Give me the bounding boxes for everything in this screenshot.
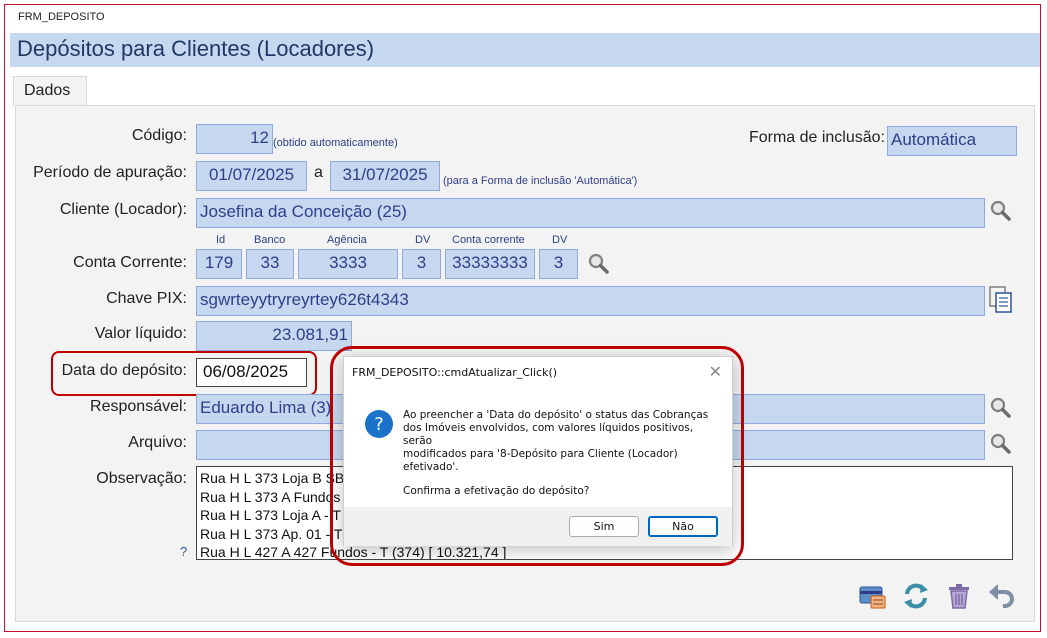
pix-field[interactable]: sgwrteyytryreyrtey626t4343 xyxy=(196,286,985,316)
conta-header-conta: Conta corrente xyxy=(452,234,525,246)
arquivo-label: Arquivo: xyxy=(128,434,187,451)
conta-header-dv: DV xyxy=(415,234,431,246)
dialog-footer: Sim Não xyxy=(344,507,732,546)
cliente-field[interactable]: Josefina da Conceição (25) xyxy=(196,198,985,228)
svg-text:?: ? xyxy=(374,414,384,435)
question-icon: ? xyxy=(365,410,393,438)
periodo-fim-field[interactable]: 31/07/2025 xyxy=(330,161,440,191)
periodo-label: Período de apuração: xyxy=(33,164,187,181)
refresh-icon[interactable] xyxy=(901,581,931,611)
periodo-inicio-field[interactable]: 01/07/2025 xyxy=(196,161,307,191)
tab-dados[interactable]: Dados xyxy=(13,76,87,106)
cliente-label: Cliente (Locador): xyxy=(59,201,187,218)
data-deposito-label: Data do depósito: xyxy=(61,362,187,379)
conta-header-id: Id xyxy=(216,234,226,246)
dialog-message: Ao preencher a 'Data do depósito' o stat… xyxy=(403,409,721,498)
conta-agencia-field[interactable]: 3333 xyxy=(298,249,398,279)
arquivo-search-icon[interactable] xyxy=(989,432,1011,454)
conta-id-field[interactable]: 179 xyxy=(196,249,242,279)
valor-label: Valor líquido: xyxy=(94,325,187,342)
observacao-label: Observação: xyxy=(96,470,187,487)
dialog-message-line: modificados para '8-Depósito para Client… xyxy=(403,448,678,460)
codigo-label: Código: xyxy=(131,127,187,144)
dialog-message-line: efetivado'. xyxy=(403,461,459,473)
conta-numero-field[interactable]: 33333333 xyxy=(445,249,535,279)
yes-button[interactable]: Sim xyxy=(569,516,639,537)
window-name: FRM_DEPOSITO xyxy=(18,11,105,23)
copy-icon[interactable] xyxy=(988,285,1014,315)
conta-header-dv2: DV xyxy=(552,234,568,246)
dialog-question: Confirma a efetivação do depósito? xyxy=(403,485,590,497)
conta-banco-field[interactable]: 33 xyxy=(246,249,294,279)
confirm-dialog: FRM_DEPOSITO::cmdAtualizar_Click() ✕ ? A… xyxy=(343,356,733,546)
conta-header-agencia: Agência xyxy=(327,234,367,246)
conta-label: Conta Corrente: xyxy=(73,254,187,271)
conta-search-icon[interactable] xyxy=(587,252,609,274)
conta-header-banco: Banco xyxy=(254,234,286,246)
close-icon[interactable]: ✕ xyxy=(709,362,722,381)
cliente-search-icon[interactable] xyxy=(989,199,1011,221)
form-title: Depósitos para Clientes (Locadores) xyxy=(17,36,375,61)
codigo-note: (obtido automaticamente) xyxy=(273,137,398,149)
data-deposito-field[interactable]: 06/08/2025 xyxy=(196,358,307,387)
conta-dv2-field[interactable]: 3 xyxy=(539,249,578,279)
conta-dv-field[interactable]: 3 xyxy=(402,249,441,279)
undo-icon[interactable] xyxy=(987,581,1017,611)
dialog-message-line: dos Imóveis envolvidos, com valores líqu… xyxy=(403,422,694,447)
periodo-separator: a xyxy=(314,164,323,181)
dialog-title: FRM_DEPOSITO::cmdAtualizar_Click() xyxy=(352,366,558,379)
no-button[interactable]: Não xyxy=(648,516,718,537)
forma-inclusao-label: Forma de inclusão: xyxy=(748,129,885,146)
periodo-note: (para a Forma de inclusão 'Automática') xyxy=(443,175,638,187)
trash-icon[interactable] xyxy=(944,581,974,611)
card-icon[interactable] xyxy=(857,581,887,611)
responsavel-label: Responsável: xyxy=(90,398,187,415)
codigo-field[interactable]: 12 xyxy=(196,124,273,154)
pix-label: Chave PIX: xyxy=(106,290,187,307)
forma-inclusao-field[interactable]: Automática xyxy=(887,126,1017,156)
valor-field[interactable]: 23.081,91 xyxy=(196,321,352,351)
responsavel-search-icon[interactable] xyxy=(989,396,1011,418)
dialog-message-line: Ao preencher a 'Data do depósito' o stat… xyxy=(403,409,709,421)
observacao-help[interactable]: ? xyxy=(180,544,187,559)
